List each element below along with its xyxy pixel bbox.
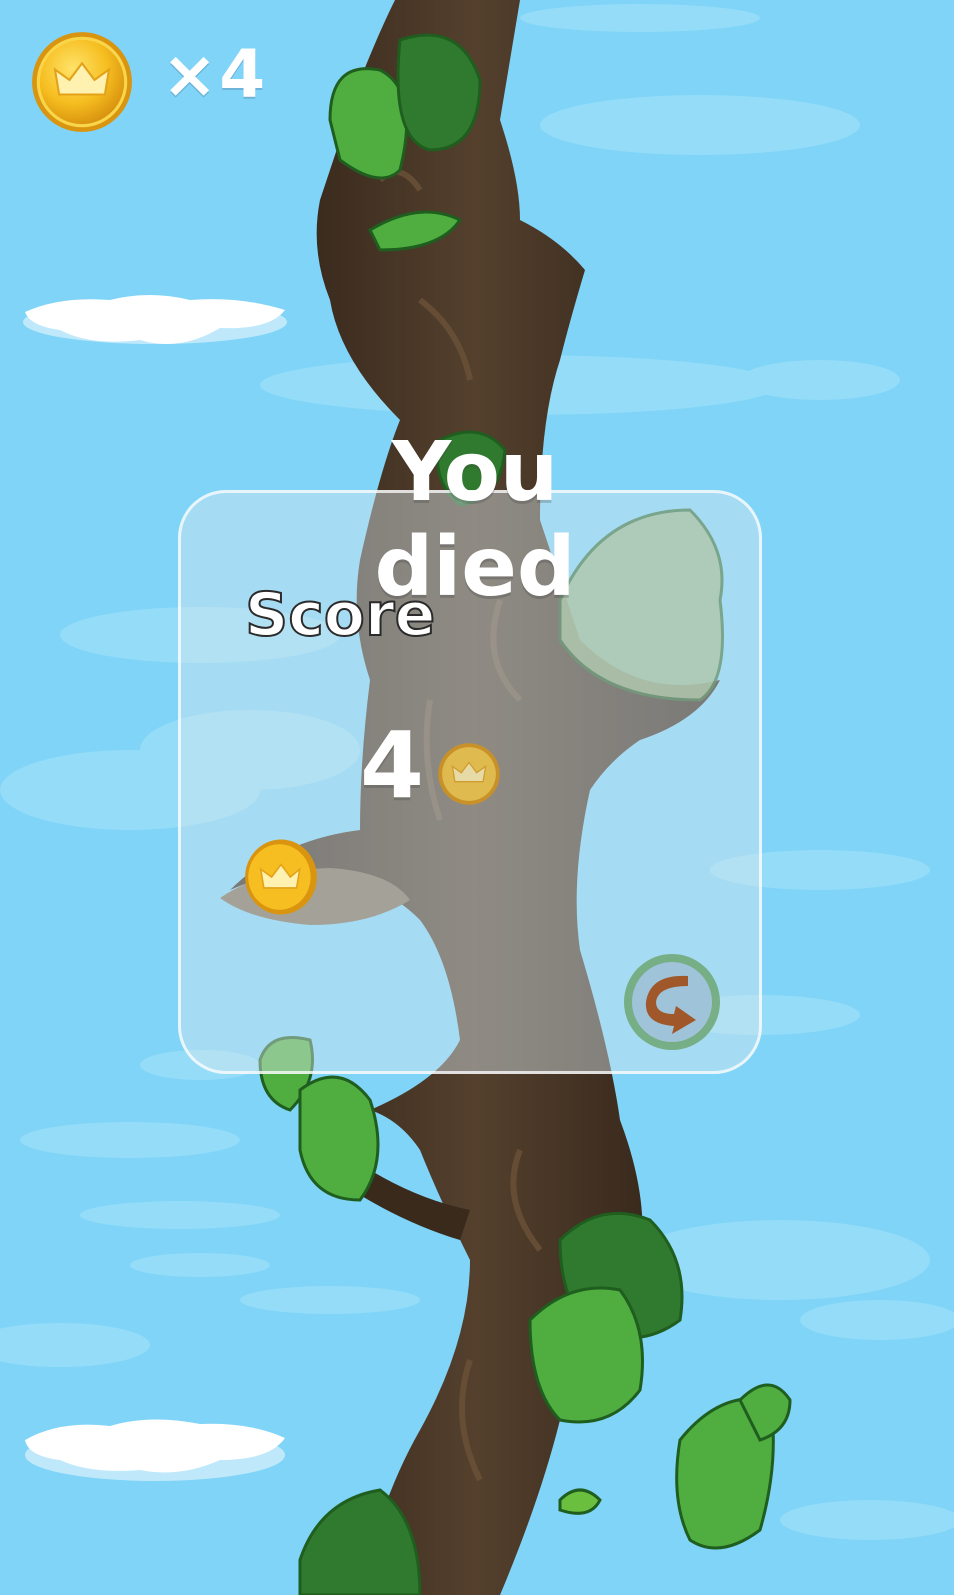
collectible-coin-icon [245, 839, 317, 915]
coin-count: ×4 [162, 36, 268, 113]
cloud-top-left [23, 295, 287, 344]
cloud-bottom-left [25, 1419, 285, 1481]
restart-arrow-icon[interactable] [622, 952, 722, 1052]
score-value: 4 [360, 712, 425, 819]
crown-coin-icon [438, 743, 500, 805]
crown-coin-icon [32, 32, 132, 132]
score-label: Score [244, 579, 436, 651]
